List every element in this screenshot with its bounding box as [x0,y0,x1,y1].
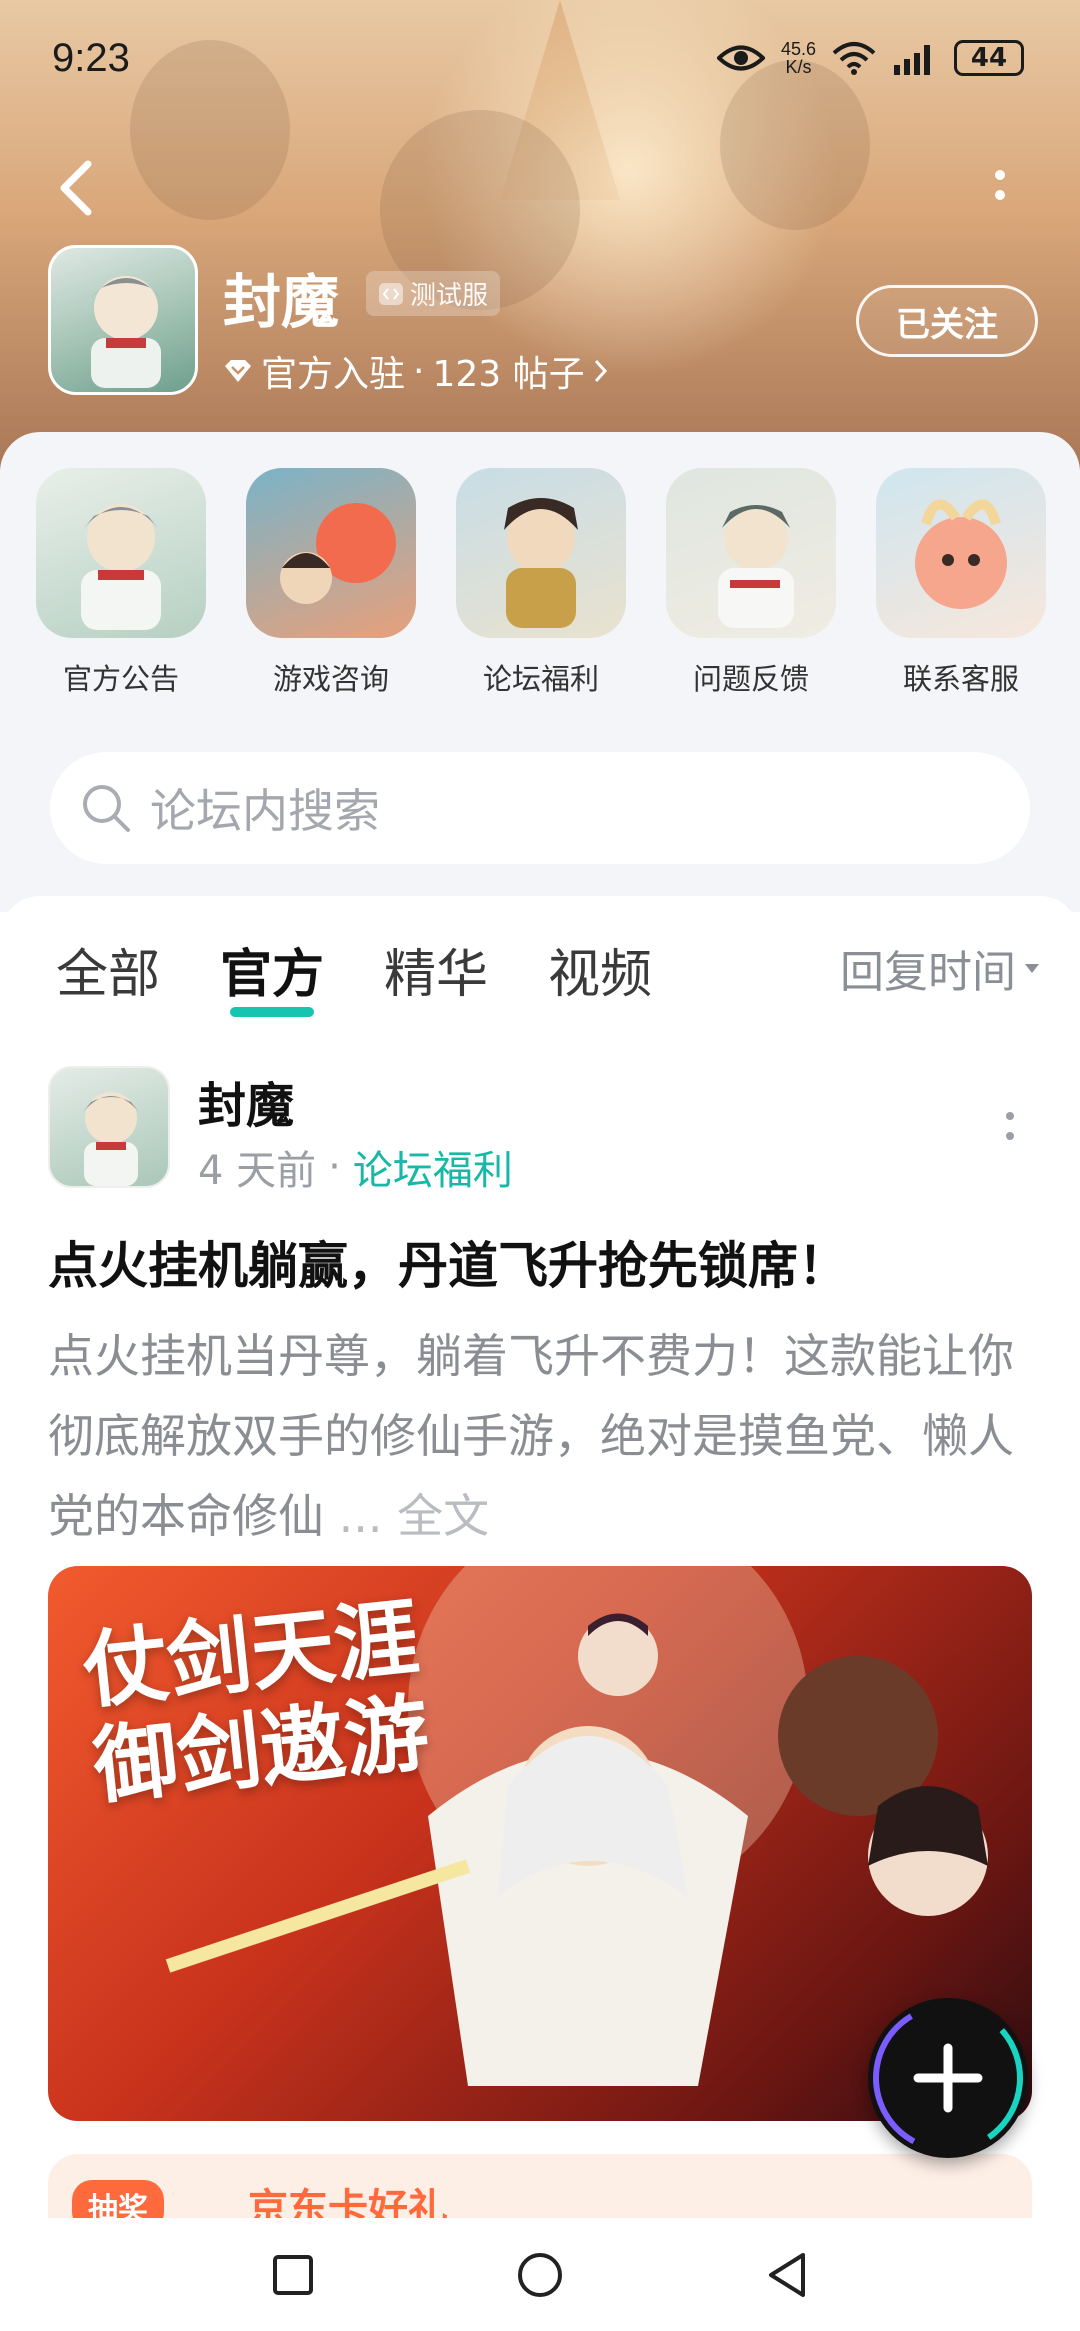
tab-label: 全部 [56,945,161,1005]
test-server-tag: 测试服 [366,271,501,316]
status-bar: 9:23 45.6 K/s 44 [0,0,1080,120]
shortcut-label: 论坛福利 [482,662,599,696]
tab-video[interactable]: 视频 [548,932,652,1007]
post-meta: 4 天前 · 论坛福利 [198,1138,513,1196]
verified-diamond-icon [225,360,251,382]
tab-all[interactable]: 全部 [56,932,160,1007]
network-speed-value: 45.6 [780,39,816,59]
shortcut-announcement[interactable]: 官方公告 [36,468,206,698]
author-name[interactable]: 封魔 [198,1066,294,1136]
shortcut-label: 游戏咨询 [272,662,389,696]
forum-meta[interactable]: 官方入驻 · 123 帖子 [223,345,609,397]
post-category[interactable]: 论坛福利 [353,1138,513,1196]
back-arrow-icon[interactable] [56,158,96,218]
battery-indicator: 44 [954,40,1024,76]
post-count: 123 帖子 [432,354,585,395]
wifi-icon [832,42,876,75]
cover-headline: 仗剑天涯 御剑遨游 [79,1587,434,1816]
sort-dropdown[interactable]: 回复时间 [840,936,1040,1000]
forum-welfare-thumbnail [456,468,626,638]
network-speed-unit: K/s [785,57,812,77]
shortcut-list: 官方公告 游戏咨询 论坛福利 问题反馈 联系客服 [36,468,1046,698]
eye-icon [716,45,765,71]
back-triangle-icon[interactable] [765,2250,809,2300]
status-time: 9:23 [52,36,130,80]
customer-service-thumbnail [876,468,1046,638]
search-icon [83,785,130,832]
announcement-thumbnail [36,468,206,638]
home-icon[interactable] [515,2250,565,2300]
system-navigation-bar [0,2218,1080,2331]
shortcut-customer-service[interactable]: 联系客服 [876,468,1046,698]
caret-down-icon [1025,964,1039,973]
post-title[interactable]: 点火挂机躺赢，丹道飞升抢先锁席！ [48,1226,848,1298]
forum-search-bar[interactable]: 论坛内搜索 [50,752,1030,864]
shortcut-panel: 官方公告 游戏咨询 论坛福利 问题反馈 联系客服 论坛内搜索 [0,432,1080,912]
sort-label: 回复时间 [840,947,1016,998]
shortcut-game-consult[interactable]: 游戏咨询 [246,468,416,698]
feedback-thumbnail [666,468,836,638]
forum-title: 封魔 [223,268,340,336]
shortcut-feedback[interactable]: 问题反馈 [666,468,836,698]
meta-separator: · [413,350,425,392]
signal-icon [894,45,930,75]
shortcut-label: 联系客服 [902,662,1019,696]
post-more-icon[interactable] [1000,1108,1020,1148]
network-speed: 45.6 K/s [781,40,816,76]
recent-apps-icon[interactable] [271,2253,315,2297]
post-body-text: 点火挂机当丹尊，躺着飞升不费力！这款能让你彻底解放双手的修仙手游，绝对是摸鱼党、… [48,1329,1014,1543]
chevron-right-icon [594,359,607,383]
code-icon [379,282,403,305]
plus-icon [873,2003,1024,2153]
shortcut-label: 官方公告 [62,662,179,696]
feed-tabs: 全部 官方 精华 视频 [56,932,652,1017]
search-placeholder: 论坛内搜索 [150,784,380,838]
shortcut-label: 问题反馈 [692,662,809,696]
tab-label: 精华 [384,945,489,1005]
shortcut-forum-welfare[interactable]: 论坛福利 [456,468,626,698]
forum-logo [48,245,198,395]
test-server-label: 测试服 [410,281,489,311]
official-badge-label: 官方入驻 [261,354,406,395]
post-excerpt[interactable]: 点火挂机当丹尊，躺着飞升不费力！这款能让你彻底解放双手的修仙手游，绝对是摸鱼党、… [48,1316,1028,1556]
forum-info: 封魔 测试服 官方入驻 · 123 帖子 已关注 [48,245,1038,405]
meta-dot: · [328,1144,341,1190]
new-post-button[interactable] [868,1998,1028,2158]
tab-label: 视频 [548,945,653,1005]
tab-featured[interactable]: 精华 [384,932,488,1007]
more-options-icon[interactable] [985,165,1015,215]
status-icons: 45.6 K/s 44 [716,40,1024,76]
read-full-link[interactable]: ... 全文 [339,1489,490,1543]
active-tab-underline [230,1007,315,1017]
follow-button[interactable]: 已关注 [856,285,1038,357]
tab-official[interactable]: 官方 [220,932,325,1017]
game-consult-thumbnail [246,468,416,638]
tab-label: 官方 [220,945,325,1005]
post-time: 4 天前 [198,1148,317,1194]
author-avatar[interactable] [48,1066,170,1188]
